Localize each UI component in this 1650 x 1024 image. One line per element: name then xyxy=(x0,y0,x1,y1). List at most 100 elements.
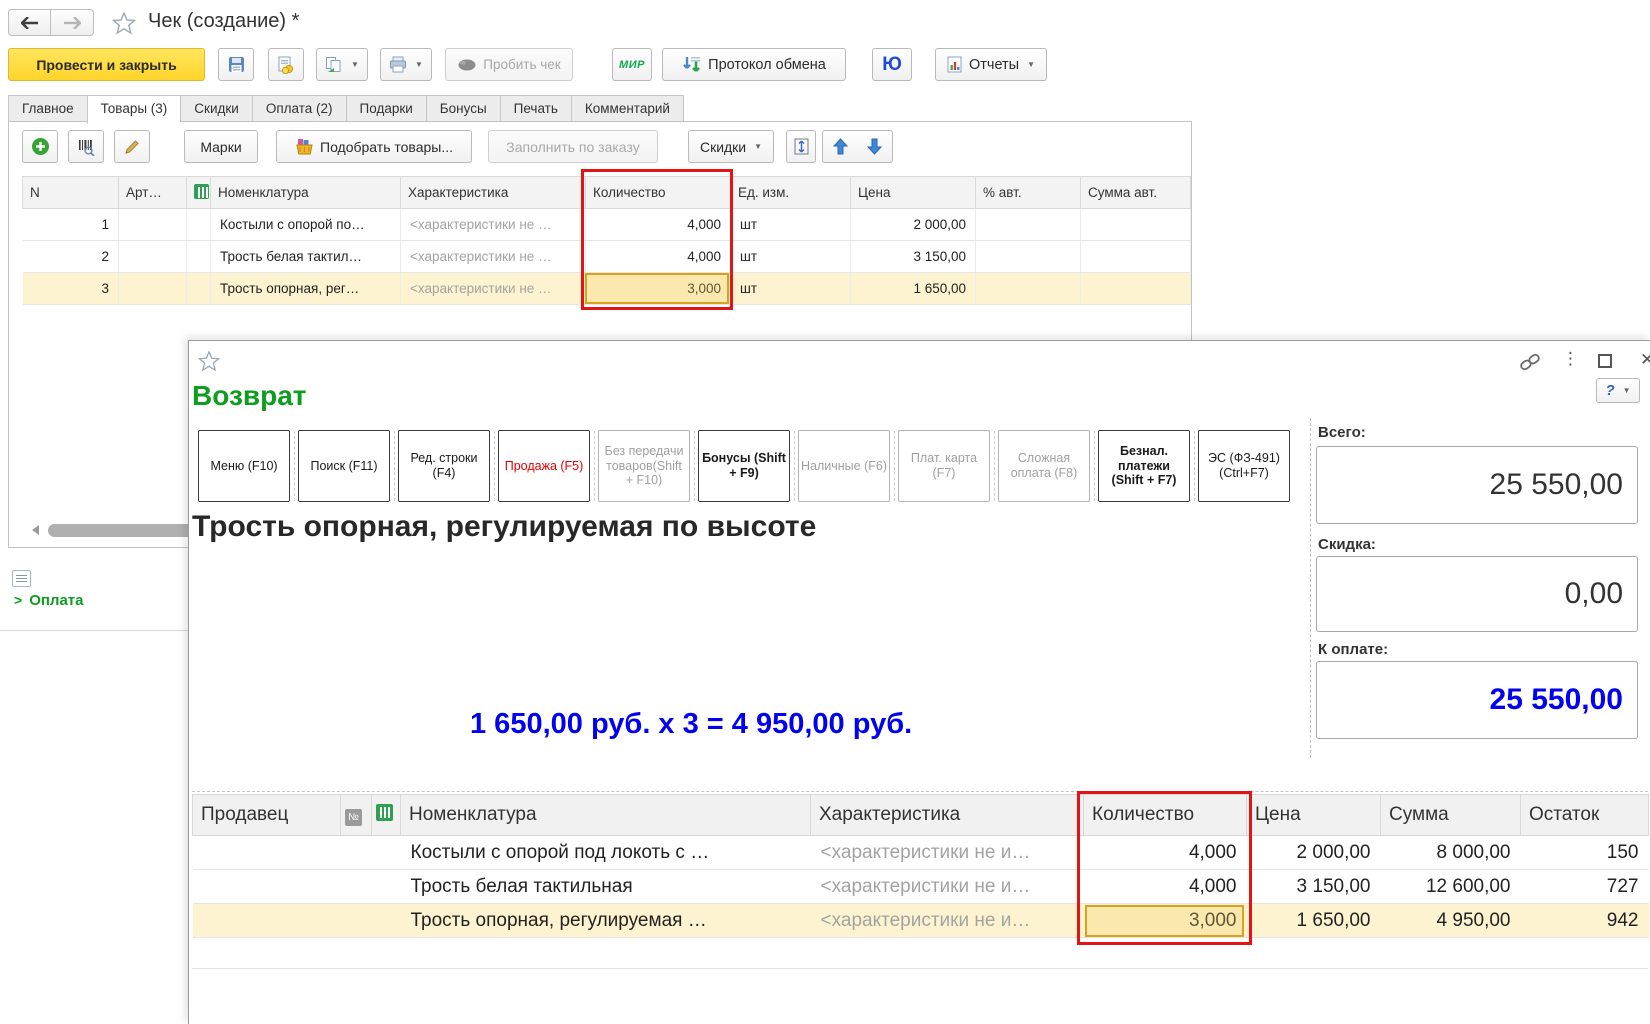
row-height-button[interactable] xyxy=(786,130,816,163)
copy-caret-icon: ▼ xyxy=(351,60,359,69)
floppy-icon xyxy=(228,57,244,72)
close-icon[interactable]: ✕ xyxy=(1640,350,1650,370)
marks-button[interactable]: Марки xyxy=(184,130,258,163)
price-formula: 1 650,00 руб. х 3 = 4 950,00 руб. xyxy=(470,708,913,740)
print-caret-icon: ▼ xyxy=(415,60,423,69)
mir-button[interactable]: МИР xyxy=(612,48,652,81)
col-characteristic: Характеристика xyxy=(810,794,1084,836)
col-art: Арт… xyxy=(118,176,187,209)
pencil-icon xyxy=(125,139,139,154)
move-up-button[interactable] xyxy=(822,130,858,163)
search-button[interactable]: Поиск (F11) xyxy=(294,430,390,502)
payment-section-toggle[interactable]: > Оплата xyxy=(14,592,83,609)
table-top-separator xyxy=(192,791,1648,792)
favorite-star-icon[interactable] xyxy=(112,11,136,35)
add-icon xyxy=(31,138,49,155)
total-label: Всего: xyxy=(1318,424,1366,441)
back-button[interactable] xyxy=(8,9,51,36)
link-icon[interactable] xyxy=(1518,352,1542,372)
edit-row-button[interactable] xyxy=(114,130,150,163)
edit-line-button[interactable]: Ред. строки (F4) xyxy=(394,430,490,502)
save-button[interactable] xyxy=(218,48,254,81)
maximize-icon[interactable] xyxy=(1598,354,1612,368)
screen: Чек (создание) * Провести и закрыть ▼ ▼ … xyxy=(0,0,1650,1024)
yumoney-logo: Ю xyxy=(882,53,902,75)
bonuses-button[interactable]: Бонусы (Shift + F9) xyxy=(694,430,790,502)
function-button-bar: Меню (F10) Поиск (F11) Ред. строки (F4) … xyxy=(198,430,1290,502)
table-row: 1 Костыли с опорой по… <характеристики н… xyxy=(22,208,1191,241)
table-bottom-divider xyxy=(192,968,1648,969)
row-height-icon xyxy=(794,138,808,155)
scroll-left-icon[interactable] xyxy=(32,525,39,535)
col-seller: Продавец xyxy=(192,794,341,836)
tab-skidki[interactable]: Скидки xyxy=(180,95,252,122)
due-value: 25 550,00 xyxy=(1489,683,1623,716)
mir-logo: МИР xyxy=(619,58,645,71)
tab-bar: Главное Товары (3) Скидки Оплата (2) Подарки… xyxy=(8,95,684,124)
discounts-caret-icon: ▼ xyxy=(754,142,763,151)
table-row: Костыли с опорой под локоть с … <характе… xyxy=(192,835,1649,870)
reports-button[interactable]: Отчеты ▼ xyxy=(935,48,1047,81)
discounts-button[interactable]: Скидки ▼ xyxy=(688,130,774,163)
return-goods-table: Продавец № Номенклатура Характеристика К… xyxy=(192,794,1649,938)
tab-bonusy[interactable]: Бонусы xyxy=(425,95,500,122)
add-row-button[interactable] xyxy=(22,130,58,163)
barcode-column-icon xyxy=(376,803,393,821)
goods-table: N Арт… Номенклатура Характеристика Колич… xyxy=(22,176,1191,305)
due-value-field: 25 550,00 xyxy=(1316,661,1638,739)
back-icon xyxy=(20,16,38,29)
print-button[interactable]: ▼ xyxy=(380,48,432,81)
post-document-button[interactable] xyxy=(268,48,304,81)
post-document-icon xyxy=(278,56,294,74)
tab-pechat[interactable]: Печать xyxy=(499,95,571,122)
arrow-up-icon xyxy=(832,138,848,155)
totals-separator xyxy=(1310,418,1311,758)
barcode-scan-icon xyxy=(79,139,95,156)
menu-button[interactable]: Меню (F10) xyxy=(198,430,290,502)
tab-kommentariy[interactable]: Комментарий xyxy=(570,95,684,122)
favorite-star-icon[interactable] xyxy=(198,350,220,372)
forward-icon xyxy=(64,16,81,29)
electronic-certificate-button[interactable]: ЭС (ФЗ-491) (Ctrl+F7) xyxy=(1194,430,1290,502)
cashless-payments-button[interactable]: Безнал. платежи (Shift + F7) xyxy=(1094,430,1190,502)
goods-header-row: N Арт… Номенклатура Характеристика Колич… xyxy=(22,176,1191,209)
fill-by-order-button: Заполнить по заказу xyxy=(488,130,658,163)
table-row-selected: 3 Трость опорная, рег… <характеристики н… xyxy=(22,272,1191,305)
col-sum: Сумма xyxy=(1380,794,1521,836)
discount-value: 0,00 xyxy=(1564,577,1623,610)
reports-caret-icon: ▼ xyxy=(1027,60,1036,69)
help-button[interactable]: ? ▼ xyxy=(1596,378,1640,403)
col-nomenclature: Номенклатура xyxy=(210,176,401,209)
col-n: N xyxy=(22,176,119,209)
col-sum-auto: Сумма авт. xyxy=(1080,176,1191,209)
move-down-button[interactable] xyxy=(857,130,893,163)
tab-podarki[interactable]: Подарки xyxy=(345,95,426,122)
payment-card-button: Плат. карта (F7) xyxy=(894,430,990,502)
col-quantity: Количество xyxy=(1083,794,1247,836)
col-characteristic: Характеристика xyxy=(400,176,586,209)
basket-icon xyxy=(296,139,313,155)
reports-label: Отчеты xyxy=(968,56,1020,73)
col-price: Цена xyxy=(1246,794,1381,836)
col-barcode xyxy=(186,176,211,209)
exchange-protocol-button[interactable]: Протокол обмена xyxy=(662,48,846,81)
scan-barcode-button[interactable] xyxy=(68,130,104,163)
yumoney-button[interactable]: Ю xyxy=(872,48,912,81)
post-and-close-button[interactable]: Провести и закрыть xyxy=(8,48,205,81)
col-quantity: Количество xyxy=(585,176,731,209)
discount-value-field: 0,00 xyxy=(1316,556,1638,632)
forward-button[interactable] xyxy=(51,9,94,36)
tab-tovary[interactable]: Товары (3) xyxy=(86,95,181,124)
tab-oplata[interactable]: Оплата (2) xyxy=(251,95,346,122)
exchange-icon xyxy=(683,56,701,72)
pick-goods-button[interactable]: Подобрать товары... xyxy=(276,130,472,163)
more-menu-icon[interactable]: ⋮ xyxy=(1562,349,1579,369)
copy-button[interactable]: ▼ xyxy=(316,48,368,81)
help-label: ? xyxy=(1605,382,1615,399)
sections-icon[interactable] xyxy=(12,570,31,587)
sale-mode-button[interactable]: Продажа (F5) xyxy=(494,430,590,502)
tab-glavnoe[interactable]: Главное xyxy=(8,95,87,122)
arrow-down-icon xyxy=(867,138,882,155)
total-value: 25 550,00 xyxy=(1489,468,1623,501)
col-nomenclature: Номенклатура xyxy=(400,794,811,836)
